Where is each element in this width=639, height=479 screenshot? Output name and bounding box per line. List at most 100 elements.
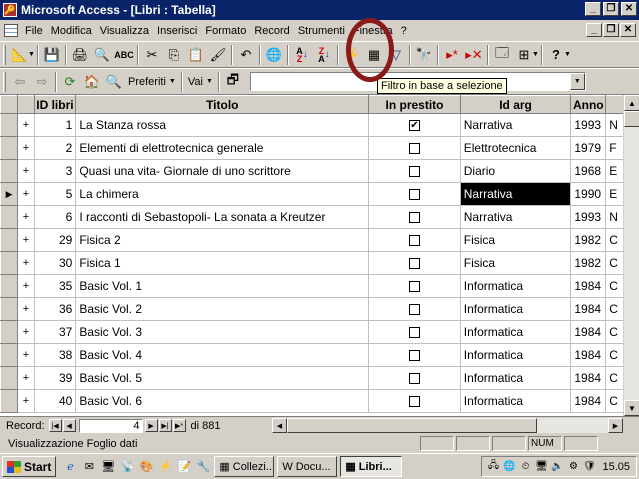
record-selector[interactable]: [0, 343, 19, 367]
doc-minimize-button[interactable]: _: [586, 23, 602, 37]
prev-record-icon[interactable]: ◀: [62, 419, 76, 432]
speaker-icon[interactable]: 🔈: [550, 460, 564, 474]
refresh-icon[interactable]: ⟳: [59, 71, 81, 93]
cell-anno[interactable]: 1982: [570, 251, 607, 275]
expand-plus-icon[interactable]: +: [17, 159, 35, 183]
menu-file[interactable]: File: [21, 25, 47, 37]
record-selector[interactable]: [0, 297, 19, 321]
spelling-icon[interactable]: ABC: [113, 44, 135, 66]
table-row[interactable]: +40 Basic Vol. 6 Informatica 1984 C: [0, 389, 626, 413]
format-painter-icon[interactable]: 🖌: [207, 44, 229, 66]
record-selector[interactable]: [0, 159, 19, 183]
checkbox[interactable]: [409, 396, 420, 408]
cell-anno[interactable]: 1984: [570, 297, 607, 321]
find-icon[interactable]: 🔭: [413, 44, 435, 66]
copy-icon[interactable]: ⎘: [163, 44, 185, 66]
vertical-scrollbar[interactable]: ▲ ▼: [623, 95, 639, 416]
expand-plus-icon[interactable]: +: [17, 389, 35, 413]
table-row[interactable]: +37 Basic Vol. 3 Informatica 1984 C: [0, 320, 626, 344]
table-row[interactable]: +3 Quasi una vita- Giornale di uno scritt…: [0, 159, 626, 183]
cell-in-prestito[interactable]: [368, 251, 461, 275]
antivirus-icon[interactable]: 🛡: [582, 460, 596, 474]
hscroll-thumb[interactable]: [287, 418, 537, 433]
table-row[interactable]: +29 Fisica 2 Fisica 1982 C: [0, 228, 626, 252]
cell-in-prestito[interactable]: [368, 274, 461, 298]
doc-close-button[interactable]: ✕: [620, 23, 636, 37]
close-button[interactable]: ✕: [621, 2, 637, 16]
menu-inserisci[interactable]: Inserisci: [153, 25, 201, 37]
table-row[interactable]: +39 Basic Vol. 5 Informatica 1984 C: [0, 366, 626, 390]
cell-id[interactable]: 2: [34, 136, 77, 160]
select-all-corner[interactable]: [0, 95, 19, 114]
cell-anno[interactable]: 1984: [570, 320, 607, 344]
cell-id-arg[interactable]: Informatica: [460, 320, 572, 344]
cell-id[interactable]: 37: [34, 320, 77, 344]
new-record-icon[interactable]: ▸*: [441, 44, 463, 66]
cell-id-arg[interactable]: Narrativa: [460, 205, 572, 229]
access-app-icon[interactable]: 🔑: [3, 3, 17, 17]
cell-anno[interactable]: 1968: [570, 159, 607, 183]
cell-id-arg[interactable]: Narrativa: [460, 113, 572, 137]
record-selector[interactable]: [0, 113, 19, 137]
menu-strumenti[interactable]: Strumenti: [294, 25, 349, 37]
monitor-icon[interactable]: 🖥: [534, 460, 548, 474]
record-selector[interactable]: [0, 320, 19, 344]
cell-in-prestito[interactable]: [368, 343, 461, 367]
checkbox[interactable]: ✔: [409, 120, 420, 132]
cell-id-arg[interactable]: Informatica: [460, 274, 572, 298]
editor-icon[interactable]: 📝: [176, 459, 192, 475]
task-libri[interactable]: ▦ Libri...: [340, 456, 403, 477]
record-selector[interactable]: [0, 251, 19, 275]
cell-id[interactable]: 1: [34, 113, 77, 137]
checkbox[interactable]: [409, 189, 420, 201]
cell-in-prestito[interactable]: [368, 136, 461, 160]
cell-titolo[interactable]: I racconti di Sebastopoli- La sonata a K…: [75, 205, 370, 229]
toolbar-grip[interactable]: [3, 71, 6, 92]
menu-formato[interactable]: Formato: [201, 25, 250, 37]
cell-titolo[interactable]: Basic Vol. 3: [75, 320, 370, 344]
scroll-up-icon[interactable]: ▲: [624, 95, 639, 111]
cell-in-prestito[interactable]: [368, 205, 461, 229]
cell-anno[interactable]: 1984: [570, 389, 607, 413]
checkbox[interactable]: [409, 350, 420, 362]
forward-icon[interactable]: ⇨: [31, 71, 53, 93]
col-header-titolo[interactable]: Titolo: [75, 95, 370, 114]
first-record-icon[interactable]: |◀: [48, 419, 62, 432]
search-web-icon[interactable]: 🔍: [103, 71, 125, 93]
table-row[interactable]: +36 Basic Vol. 2 Informatica 1984 C: [0, 297, 626, 321]
cell-anno[interactable]: 1982: [570, 228, 607, 252]
cell-in-prestito[interactable]: [368, 366, 461, 390]
tray-app-icon[interactable]: ⚙: [566, 460, 580, 474]
record-selector[interactable]: [0, 228, 19, 252]
table-row[interactable]: +1 La Stanza rossa ✔ Narrativa 1993 N: [0, 113, 626, 137]
col-header-id[interactable]: ID libri: [33, 95, 77, 114]
home-icon[interactable]: 🏠: [81, 71, 103, 93]
checkbox[interactable]: [409, 212, 420, 224]
scroll-right-icon[interactable]: ▶: [608, 418, 623, 433]
winamp-icon[interactable]: ⚡: [157, 459, 173, 475]
cell-anno[interactable]: 1993: [570, 205, 607, 229]
new-object-icon[interactable]: ⊞: [513, 44, 535, 66]
new-record-nav-icon[interactable]: ▶*: [172, 419, 186, 432]
record-selector[interactable]: [0, 389, 19, 413]
internet-explorer-icon[interactable]: ℯ: [62, 459, 78, 475]
cell-id-arg[interactable]: Fisica: [460, 251, 572, 275]
task-documento[interactable]: W Docu...: [277, 456, 338, 477]
checkbox[interactable]: [409, 143, 420, 155]
menu-record[interactable]: Record: [250, 25, 293, 37]
minimize-button[interactable]: _: [585, 2, 601, 16]
col-header-in-prestito[interactable]: In prestito: [368, 95, 461, 114]
sort-descending-icon[interactable]: Z A ↓: [313, 44, 335, 66]
start-button[interactable]: Start: [2, 456, 57, 477]
horizontal-scrollbar[interactable]: ◀ ▶: [272, 418, 623, 433]
record-selector[interactable]: ▶: [0, 182, 19, 206]
document-icon[interactable]: [4, 24, 18, 37]
cut-icon[interactable]: ✂: [141, 44, 163, 66]
checkbox[interactable]: [409, 373, 420, 385]
paste-icon[interactable]: 📋: [185, 44, 207, 66]
expand-plus-icon[interactable]: +: [17, 251, 35, 275]
cell-titolo[interactable]: La chimera: [75, 182, 370, 206]
scroll-left-icon[interactable]: ◀: [272, 418, 287, 433]
table-row[interactable]: ▶ +5 La chimera Narrativa 1990 E: [0, 182, 626, 206]
expand-plus-icon[interactable]: +: [17, 366, 35, 390]
